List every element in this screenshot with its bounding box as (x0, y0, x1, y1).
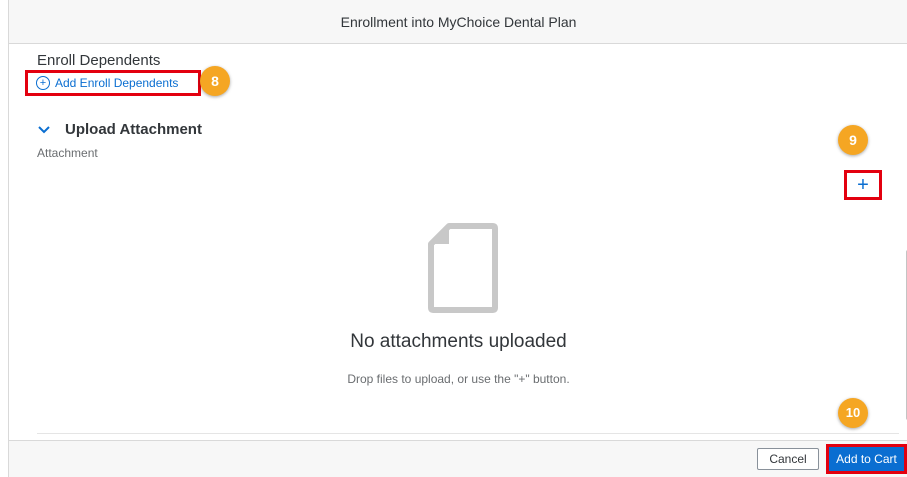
add-attachment-button[interactable]: + (844, 170, 882, 200)
plus-circle-icon: + (36, 76, 50, 90)
enrollment-dialog: Enrollment into MyChoice Dental Plan Enr… (8, 0, 907, 477)
callout-badge: 10 (838, 398, 868, 428)
upload-attachment-header[interactable]: Upload Attachment (37, 121, 202, 138)
add-to-cart-button[interactable]: Add to Cart (826, 444, 907, 474)
document-icon (427, 222, 499, 314)
dialog-title: Enrollment into MyChoice Dental Plan (9, 0, 907, 44)
content-divider (37, 433, 899, 434)
enroll-dependents-title: Enroll Dependents (37, 52, 161, 69)
callout-badge: 8 (200, 66, 230, 96)
plus-icon: + (857, 173, 869, 196)
attachment-label: Attachment (37, 146, 98, 160)
cancel-button[interactable]: Cancel (757, 448, 819, 470)
empty-state-hint: Drop files to upload, or use the "+" but… (347, 372, 570, 386)
callout-badge: 9 (838, 125, 868, 155)
upload-attachment-title: Upload Attachment (65, 121, 202, 138)
chevron-down-icon[interactable] (37, 122, 57, 138)
add-enroll-dependents-label: Add Enroll Dependents (55, 76, 179, 90)
empty-state-title: No attachments uploaded (350, 331, 567, 352)
add-enroll-dependents-link[interactable]: + Add Enroll Dependents (25, 70, 201, 96)
